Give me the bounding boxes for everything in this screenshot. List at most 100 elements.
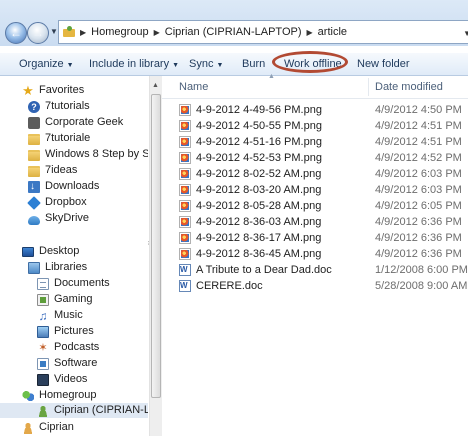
address-dropdown-icon[interactable]: ▼ [463,29,468,38]
nav-item-7tutoriale[interactable]: 7tutoriale [28,131,90,146]
file-row[interactable]: 4-9-2012 4-52-53 PM.png 4/9/2012 4:52 PM [162,150,468,166]
gaming-icon [37,293,49,306]
file-name: CERERE.doc [196,280,263,292]
file-name: 4-9-2012 4-50-55 PM.png [196,120,322,132]
file-row[interactable]: 4-9-2012 8-36-03 AM.png 4/9/2012 6:36 PM [162,214,468,230]
forward-button[interactable]: → [27,22,49,44]
file-row[interactable]: 4-9-2012 8-03-20 AM.png 4/9/2012 6:03 PM [162,182,468,198]
nav-desktop[interactable]: Desktop [22,244,79,259]
nav-item-skydrive[interactable]: SkyDrive [28,211,89,226]
scroll-up-icon[interactable]: ▲ [152,82,159,89]
nav-item-documents[interactable]: Documents [37,276,110,291]
nav-label: 7tutorials [45,100,90,112]
png-image-icon [179,200,191,212]
videos-icon [37,373,49,386]
chevron-right-icon[interactable]: ▶ [80,28,86,37]
nav-label: Pictures [54,325,94,337]
breadcrumb-computer[interactable]: Ciprian (CIPRIAN-LAPTOP) [165,26,302,38]
column-headers: ▲ Name Date modified [162,73,468,99]
nav-item-videos[interactable]: Videos [37,372,87,387]
nav-favorites[interactable]: ★ Favorites [22,83,84,98]
nav-libraries[interactable]: Libraries [28,260,87,275]
nav-label: Ciprian (CIPRIAN-LAPTO [54,404,148,416]
file-row[interactable]: 4-9-2012 4-49-56 PM.png 4/9/2012 4:50 PM [162,102,468,118]
organize-label: Organize [19,58,64,70]
file-date-modified: 4/9/2012 6:36 PM [375,232,462,244]
nav-label: Desktop [39,245,80,257]
nav-item-ciprian[interactable]: Ciprian [22,420,74,435]
organize-button[interactable]: Organize ▼ [19,58,74,70]
nav-item-corporate-geek[interactable]: Corporate Geek [28,115,123,130]
include-in-library-button[interactable]: Include in library ▼ [89,58,179,70]
file-row[interactable]: 4-9-2012 8-02-52 AM.png 4/9/2012 6:03 PM [162,166,468,182]
chevron-down-icon: ▼ [172,62,180,69]
png-image-icon [179,104,191,116]
file-row[interactable]: 4-9-2012 4-50-55 PM.png 4/9/2012 4:51 PM [162,118,468,134]
breadcrumb-folder[interactable]: article [318,26,347,38]
nav-item-7ideas[interactable]: 7ideas [28,163,77,178]
navigation-pane: ★ Favorites ? 7tutorials Corporate Geek … [0,76,148,436]
folder-icon [28,150,40,161]
homegroup-icon [22,389,34,402]
nav-label: Downloads [45,180,100,192]
word-document-icon [179,278,191,294]
nav-label: Software [54,357,98,369]
png-image-icon [179,216,191,228]
file-row[interactable]: 4-9-2012 8-36-17 AM.png 4/9/2012 6:36 PM [162,230,468,246]
sync-button[interactable]: Sync ▼ [189,58,223,70]
podcasts-icon: ✶ [38,341,48,354]
back-button[interactable]: ← [5,22,27,44]
nav-item-dropbox[interactable]: Dropbox [27,195,87,210]
png-image-icon [179,248,191,260]
burn-button[interactable]: Burn [242,58,265,70]
file-date-modified: 4/9/2012 4:52 PM [375,152,462,164]
file-row[interactable]: 4-9-2012 8-36-45 AM.png 4/9/2012 6:36 PM [162,246,468,262]
column-divider[interactable] [368,78,369,96]
nav-item-music[interactable]: ♫ Music [37,308,83,323]
file-name: 4-9-2012 4-51-16 PM.png [196,136,322,148]
documents-icon [37,277,49,290]
highlight-ring [272,51,348,73]
nav-item-gaming[interactable]: Gaming [37,292,93,307]
nav-item-pictures[interactable]: Pictures [37,324,94,339]
chevron-right-icon[interactable]: ▶ [307,28,313,37]
nav-item-downloads[interactable]: Downloads [28,179,99,194]
file-row[interactable]: 4-9-2012 8-05-28 AM.png 4/9/2012 6:05 PM [162,198,468,214]
file-name: 4-9-2012 8-05-28 AM.png [196,200,322,212]
nav-item-podcasts[interactable]: ✶ Podcasts [37,340,99,355]
nav-item-software[interactable]: Software [37,356,97,371]
nav-item-windows-8-step-by-step[interactable]: Windows 8 Step by Step [28,147,148,162]
file-row[interactable]: A Tribute to a Dear Dad.doc 1/12/2008 6:0… [162,262,468,278]
column-name[interactable]: Name [179,81,208,93]
star-icon: ★ [22,82,34,98]
nav-item-ciprian-laptop[interactable]: Ciprian (CIPRIAN-LAPTO [0,403,148,418]
nav-label: Favorites [39,84,85,96]
png-image-icon [179,152,191,164]
nav-label: Documents [54,277,110,289]
homegroup-icon [63,26,75,38]
nav-label: Music [54,309,83,321]
file-list: ▲ Name Date modified 4-9-2012 4-49-56 PM… [162,73,468,436]
folder-icon [28,166,40,177]
recent-pages-dropdown-icon[interactable]: ▼ [50,27,58,36]
software-icon [37,357,49,370]
include-in-library-label: Include in library [89,58,170,70]
folder-icon [28,134,40,145]
nav-item-7tutorials[interactable]: ? 7tutorials [28,99,90,114]
new-folder-button[interactable]: New folder [357,58,410,70]
breadcrumb-homegroup[interactable]: Homegroup [91,26,148,38]
nav-scrollbar[interactable]: ▲ [149,76,162,436]
chevron-right-icon[interactable]: ▶ [154,28,160,37]
file-row[interactable]: CERERE.doc 5/28/2008 9:00 AM [162,278,468,294]
pictures-icon [37,325,49,338]
breadcrumb[interactable]: ▶ Homegroup ▶ Ciprian (CIPRIAN-LAPTOP) ▶… [58,20,468,44]
nav-homegroup[interactable]: Homegroup [22,388,96,403]
dropbox-icon [27,195,41,210]
nav-label: SkyDrive [45,212,90,224]
file-row[interactable]: 4-9-2012 4-51-16 PM.png 4/9/2012 4:51 PM [162,134,468,150]
column-date-modified[interactable]: Date modified [375,81,443,93]
scrollbar-thumb[interactable] [151,94,161,398]
geek-icon [28,116,40,129]
nav-label: Homegroup [39,389,97,401]
file-name: A Tribute to a Dear Dad.doc [196,264,332,276]
